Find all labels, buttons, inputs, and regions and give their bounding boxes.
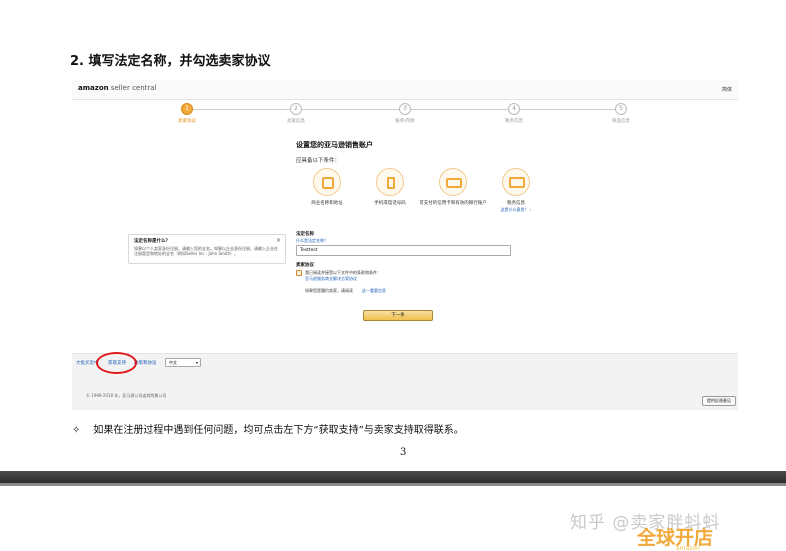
viewer-divider-edge — [0, 483, 786, 486]
legal-name-help-link[interactable]: 什么是法定名称？ — [296, 238, 328, 244]
requirement-tax: 税务信息 这是什么意思？ › — [481, 168, 551, 213]
viewer-divider-bar — [0, 471, 786, 483]
feedback-button[interactable]: 提供反馈意见 — [702, 396, 736, 406]
policies-link[interactable]: 政策和协议 — [134, 360, 157, 366]
language-select[interactable]: 中文 ▾ — [165, 358, 201, 367]
agreement-label: 卖家协议 — [296, 263, 314, 268]
seller-central-screenshot: amazon seller central 简体 1 卖家协议 2 卖家信息 3… — [72, 80, 738, 410]
tax-help-link[interactable]: 这是什么意思？ › — [481, 207, 551, 213]
next-button[interactable]: 下一条 — [363, 310, 433, 321]
requirements-intro: 应具备以下条件： — [296, 158, 341, 164]
chevron-down-icon: ▾ — [195, 360, 198, 365]
step-tax-info: 4 税务信息 — [505, 103, 523, 124]
copyright: © 1999-2018 年，亚马逊公司或其附属公司 — [86, 393, 167, 398]
requirement-card-bank: 可支付的信用卡和有效的银行账户 — [418, 168, 488, 207]
highlight-circle — [96, 352, 137, 374]
building-icon — [313, 168, 341, 196]
close-icon[interactable]: × — [276, 237, 281, 244]
sparkle-bullet-icon: ✧ — [72, 425, 81, 436]
legal-name-label: 法定名称 — [296, 232, 314, 237]
legal-name-tooltip: 法定名称是什么？ 如果以个人卖家身份注册，请输入您的全名。如果以企业身份注册，请… — [128, 234, 286, 264]
credit-card-icon — [439, 168, 467, 196]
step-seller-info: 2 卖家信息 — [287, 103, 305, 124]
switch-text: 如果您是履约卖家，请阅读 — [305, 288, 353, 293]
instruction-note: ✧ 如果在注册过程中遇到任何问题，均可点击左下方“获取支持”与卖家支持取得联系。 — [72, 425, 464, 436]
requirement-business-address: 商业名称和地址 — [292, 168, 362, 207]
agreement-text: 我已阅读并接受以下文件中的条款和条件： — [305, 270, 381, 275]
page-title: 设置您的亚马逊销售账户 — [296, 141, 373, 149]
step-product-info: 5 商品信息 — [612, 103, 630, 124]
requirement-phone: 手机或电话号码 — [355, 168, 425, 207]
tax-id-icon — [502, 168, 530, 196]
important-info-link[interactable]: 这一重要信息 — [362, 288, 386, 293]
page-footer: 大批买卖中 获取支持 政策和协议 中文 ▾ © 1999-2018 年，亚马逊公… — [72, 352, 738, 410]
step-seller-agreement: 1 卖家协议 — [178, 103, 196, 124]
amazon-seller-central-logo[interactable]: amazon seller central — [78, 84, 157, 92]
mobile-phone-icon — [376, 168, 404, 196]
global-selling-watermark: 全球开店 — [637, 527, 714, 549]
page-number: 3 — [400, 447, 407, 458]
amazon-watermark: amazon — [676, 545, 700, 551]
section-heading: 2. 填写法定名称，并勾选卖家协议 — [70, 54, 271, 69]
agreement-link[interactable]: 亚马逊服务商业解决方案协议 — [305, 276, 357, 281]
legal-name-input[interactable]: Testtest — [296, 245, 511, 256]
agreement-checkbox[interactable] — [296, 270, 302, 276]
step-billing-deposit: 3 账单/存款 — [395, 103, 415, 124]
top-bar: amazon seller central 简体 — [72, 80, 738, 100]
language-switcher[interactable]: 简体 — [722, 86, 732, 93]
progress-steps: 1 卖家协议 2 卖家信息 3 账单/存款 4 税务信息 5 商品信息 — [72, 102, 738, 128]
